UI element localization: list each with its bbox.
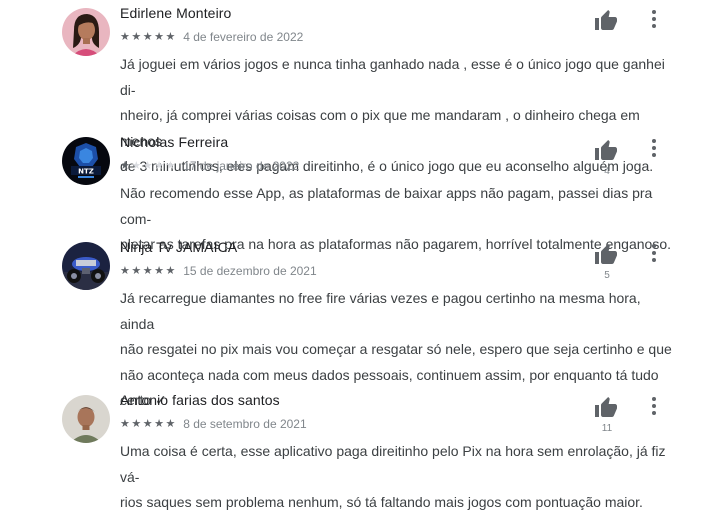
thumbs-up-icon xyxy=(595,10,617,30)
star-filled-icon: ★ xyxy=(154,418,166,430)
helpful-count: 11 xyxy=(601,423,613,434)
woman-avatar-icon xyxy=(62,8,110,56)
more-options-button[interactable] xyxy=(646,395,662,417)
review-date: 17 de janeiro de 2022 xyxy=(183,159,300,173)
reviewer-name: Antonio farias dos santos xyxy=(120,392,280,408)
helpful-count: 4 xyxy=(604,166,610,177)
star-filled-icon: ★ xyxy=(165,31,177,43)
star-filled-icon: ★ xyxy=(154,265,166,277)
star-empty-icon: ★ xyxy=(165,160,177,172)
rating-row: ★★★★★ 8 de setembro de 2021 xyxy=(120,417,307,431)
helpful-button[interactable] xyxy=(593,139,619,163)
reviewer-avatar xyxy=(62,242,110,290)
helpful-button[interactable] xyxy=(593,396,619,420)
reviewer-avatar xyxy=(62,8,110,56)
more-vert-icon xyxy=(652,139,656,157)
helpful-button[interactable] xyxy=(593,9,619,33)
star-empty-icon: ★ xyxy=(131,160,143,172)
reviewer-name: Nicholas Ferreira xyxy=(120,134,229,150)
star-filled-icon: ★ xyxy=(142,418,155,430)
star-filled-icon: ★ xyxy=(165,265,177,277)
more-options-button[interactable] xyxy=(646,137,662,159)
reviewer-avatar: NTZ xyxy=(62,137,110,185)
review-text-line: Uma coisa é certa, esse aplicativo paga … xyxy=(120,443,666,485)
review-text-line: Já joguei em vários jogos e nunca tinha … xyxy=(120,56,665,98)
review-date: 8 de setembro de 2021 xyxy=(183,417,307,431)
man-avatar-icon xyxy=(62,395,110,443)
svg-text:NTZ: NTZ xyxy=(78,168,94,176)
reviewer-name: Edirlene Monteiro xyxy=(120,5,232,21)
gaming-logo-avatar-icon: NTZ xyxy=(62,137,110,185)
star-empty-icon: ★ xyxy=(142,160,155,172)
star-empty-icon: ★ xyxy=(154,160,166,172)
star-rating: ★★★★★ xyxy=(120,159,177,172)
rating-row: ★★★★★ 17 de janeiro de 2022 xyxy=(120,159,299,173)
star-rating: ★★★★★ xyxy=(120,264,177,277)
star-filled-icon: ★ xyxy=(165,418,177,430)
star-filled-icon: ★ xyxy=(120,31,132,43)
star-filled-icon: ★ xyxy=(120,160,132,172)
rating-row: ★★★★★ 4 de fevereiro de 2022 xyxy=(120,30,303,44)
review-text-line: Já recarregue diamantes no free fire vár… xyxy=(120,290,641,332)
star-filled-icon: ★ xyxy=(131,418,143,430)
review-text: Uma coisa é certa, esse aplicativo paga … xyxy=(120,439,676,516)
more-vert-icon xyxy=(652,10,656,28)
star-filled-icon: ★ xyxy=(120,418,132,430)
more-options-button[interactable] xyxy=(646,242,662,264)
helpful-button[interactable] xyxy=(593,243,619,267)
star-filled-icon: ★ xyxy=(120,265,132,277)
review-text-line: Não recomendo esse App, as plataformas d… xyxy=(120,185,653,227)
thumbs-up-icon xyxy=(595,244,617,264)
reviewer-avatar xyxy=(62,395,110,443)
helpful-count: 5 xyxy=(604,270,610,281)
thumbs-up-icon xyxy=(595,140,617,160)
review-date: 15 de dezembro de 2021 xyxy=(183,264,317,278)
star-rating: ★★★★★ xyxy=(120,417,177,430)
rating-row: ★★★★★ 15 de dezembro de 2021 xyxy=(120,264,317,278)
star-filled-icon: ★ xyxy=(154,31,166,43)
star-filled-icon: ★ xyxy=(142,265,155,277)
star-filled-icon: ★ xyxy=(131,265,143,277)
star-filled-icon: ★ xyxy=(142,31,155,43)
review-text-line: rios saques sem problema nenhum, só tá f… xyxy=(120,494,643,510)
thumbs-up-icon xyxy=(595,397,617,417)
review-text-line: não aconteça nada com meus dados pessoai… xyxy=(120,366,659,383)
review-date: 4 de fevereiro de 2022 xyxy=(183,30,304,44)
star-filled-icon: ★ xyxy=(131,31,143,43)
more-options-button[interactable] xyxy=(646,8,662,30)
reviewer-name: Ninja Tv JAMAICA xyxy=(120,239,238,255)
more-vert-icon xyxy=(652,397,656,415)
review-text-line: não resgatei no pix mais vou começar a r… xyxy=(120,341,672,357)
star-rating: ★★★★★ xyxy=(120,30,177,43)
motorcycle-avatar-icon xyxy=(62,242,110,290)
more-vert-icon xyxy=(652,244,656,262)
